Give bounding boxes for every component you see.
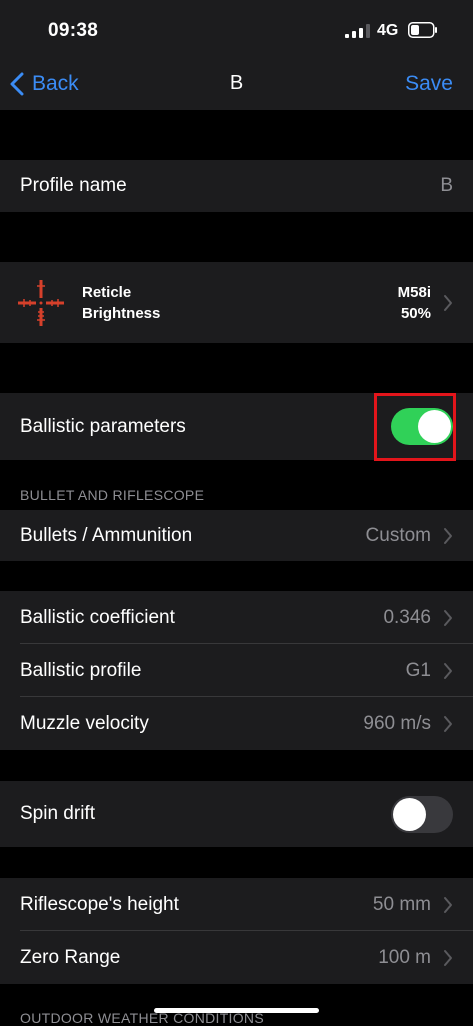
chevron-right-icon (444, 896, 452, 913)
chevron-right-icon (444, 662, 452, 679)
chevron-right-icon (444, 715, 452, 732)
home-indicator[interactable] (154, 1008, 319, 1013)
muzzle-velocity-label: Muzzle velocity (20, 712, 149, 734)
profile-name-row[interactable]: Profile name B (0, 160, 473, 212)
toggle-knob (393, 797, 426, 831)
ballistic-coefficient-row[interactable]: Ballistic coefficient 0.346 (0, 591, 473, 644)
back-label: Back (32, 72, 79, 95)
section-header-bullet: BULLET AND RIFLESCOPE (20, 487, 205, 503)
brightness-label: Brightness (82, 304, 161, 322)
ballistic-parameters-toggle[interactable] (391, 408, 453, 445)
chevron-left-icon (10, 72, 24, 96)
zero-range-value: 100 m (378, 946, 431, 968)
spin-drift-toggle[interactable] (391, 795, 453, 833)
status-time: 09:38 (48, 20, 99, 41)
battery-icon (408, 22, 437, 38)
ballistic-profile-value: G1 (405, 659, 431, 681)
chevron-right-icon (444, 294, 452, 311)
ballistic-parameters-row: Ballistic parameters (0, 393, 473, 460)
ballistic-profile-label: Ballistic profile (20, 659, 142, 681)
signal-icon (345, 24, 370, 38)
chevron-right-icon (444, 949, 452, 966)
ballistic-profile-row[interactable]: Ballistic profile G1 (0, 644, 473, 697)
back-button[interactable]: Back (10, 70, 79, 98)
spin-drift-row: Spin drift (0, 781, 473, 847)
zero-range-label: Zero Range (20, 946, 121, 968)
network-type: 4G (377, 22, 399, 39)
ballistic-coefficient-label: Ballistic coefficient (20, 606, 175, 628)
reticle-labels: Reticle Brightness (82, 282, 398, 324)
reticle-row[interactable]: Reticle Brightness M58i 50% (0, 262, 473, 343)
muzzle-velocity-row[interactable]: Muzzle velocity 960 m/s (0, 697, 473, 750)
ballistic-coefficient-value: 0.346 (383, 606, 431, 628)
save-button[interactable]: Save (405, 72, 453, 96)
reticle-label: Reticle (82, 283, 132, 301)
riflescope-height-value: 50 mm (372, 893, 431, 915)
spin-drift-label: Spin drift (20, 803, 95, 824)
riflescope-height-label: Riflescope's height (20, 893, 179, 915)
profile-name-value: B (440, 175, 453, 196)
muzzle-velocity-value: 960 m/s (363, 712, 431, 734)
toggle-knob (418, 410, 451, 443)
zero-range-row[interactable]: Zero Range 100 m (0, 931, 473, 984)
bullets-ammunition-label: Bullets / Ammunition (20, 524, 193, 546)
reticle-icon (18, 279, 64, 326)
riflescope-height-row[interactable]: Riflescope's height 50 mm (0, 878, 473, 931)
bullets-ammunition-row[interactable]: Bullets / Ammunition Custom (0, 510, 473, 561)
ballistic-parameters-label: Ballistic parameters (20, 415, 186, 437)
profile-name-label: Profile name (20, 175, 127, 196)
reticle-model-value: M58i (397, 283, 431, 301)
brightness-value: 50% (400, 304, 431, 322)
chevron-right-icon (444, 609, 452, 626)
reticle-values: M58i 50% (398, 282, 431, 324)
chevron-right-icon (444, 527, 452, 544)
bullets-ammunition-value: Custom (365, 524, 431, 546)
